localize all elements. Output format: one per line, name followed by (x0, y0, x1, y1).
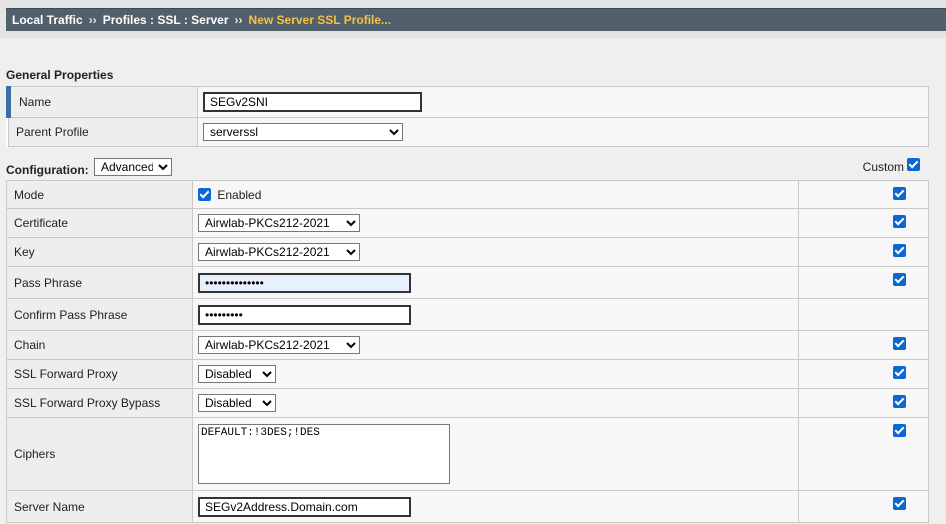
server-name-custom-cell (798, 490, 929, 523)
mode-custom-cell (798, 180, 929, 209)
key-label: Key (6, 237, 193, 267)
breadcrumb-local-traffic[interactable]: Local Traffic (12, 13, 83, 27)
chain-select[interactable]: Airwlab-PKCs212-2021 (198, 336, 360, 354)
ciphers-custom-cell (798, 417, 929, 491)
mode-enabled-label: Enabled (217, 187, 262, 202)
certificate-custom-cell (798, 208, 929, 238)
ssl-forward-proxy-custom-checkbox[interactable] (893, 366, 906, 380)
ssl-forward-proxy-select[interactable]: Disabled (198, 365, 276, 383)
ciphers-cell: DEFAULT:!3DES;!DES (192, 417, 799, 491)
ssl-forward-proxy-custom-cell (798, 359, 929, 389)
ssl-forward-proxy-bypass-custom-cell (798, 388, 929, 418)
ciphers-custom-checkbox[interactable] (893, 424, 906, 438)
configuration-header: Configuration: Advanced Custom (6, 158, 920, 178)
certificate-row: Certificate Airwlab-PKCs212-2021 (6, 208, 929, 238)
confirm-pass-phrase-label: Confirm Pass Phrase (6, 298, 193, 331)
configuration-table: Mode Enabled Certificate Airwlab-PKCs212… (6, 180, 929, 523)
ciphers-label: Ciphers (6, 417, 193, 491)
configuration-label: Configuration: (6, 163, 89, 177)
chain-label: Chain (6, 330, 193, 360)
name-row: Name (6, 86, 929, 118)
pass-phrase-custom-checkbox[interactable] (893, 273, 906, 287)
parent-profile-select[interactable]: serverssl (203, 123, 403, 141)
server-name-input[interactable] (198, 496, 411, 517)
mode-label: Mode (6, 180, 193, 209)
ssl-forward-proxy-bypass-custom-checkbox[interactable] (893, 395, 906, 409)
confirm-pass-phrase-input[interactable] (198, 304, 411, 325)
confirm-pass-phrase-custom-cell (798, 298, 929, 331)
ssl-forward-proxy-label: SSL Forward Proxy (6, 359, 193, 389)
key-custom-cell (798, 237, 929, 267)
breadcrumb-separator: ›› (88, 13, 97, 27)
breadcrumb-separator: ›› (234, 13, 243, 27)
confirm-pass-phrase-row: Confirm Pass Phrase (6, 298, 929, 331)
breadcrumb-bar: Local Traffic ›› Profiles : SSL : Server… (0, 0, 946, 38)
certificate-custom-checkbox[interactable] (893, 215, 906, 229)
certificate-label: Certificate (6, 208, 193, 238)
parent-profile-cell: serverssl (197, 117, 929, 147)
mode-cell: Enabled (192, 180, 799, 209)
custom-all-checkbox[interactable] (907, 158, 920, 171)
custom-label: Custom (862, 160, 904, 174)
server-name-custom-checkbox[interactable] (893, 497, 906, 511)
ssl-forward-proxy-bypass-select[interactable]: Disabled (198, 394, 276, 412)
ssl-forward-proxy-bypass-row: SSL Forward Proxy Bypass Disabled (6, 388, 929, 418)
ciphers-row: Ciphers DEFAULT:!3DES;!DES (6, 417, 929, 491)
chain-cell: Airwlab-PKCs212-2021 (192, 330, 799, 360)
pass-phrase-input[interactable] (198, 272, 411, 293)
pass-phrase-label: Pass Phrase (6, 266, 193, 299)
ssl-forward-proxy-cell: Disabled (192, 359, 799, 389)
name-cell (197, 86, 929, 118)
ciphers-textarea[interactable]: DEFAULT:!3DES;!DES (198, 424, 450, 484)
key-select[interactable]: Airwlab-PKCs212-2021 (198, 243, 360, 261)
breadcrumb-ssl-server[interactable]: Profiles : SSL : Server (103, 13, 229, 27)
key-row: Key Airwlab-PKCs212-2021 (6, 237, 929, 267)
chain-row: Chain Airwlab-PKCs212-2021 (6, 330, 929, 360)
certificate-select[interactable]: Airwlab-PKCs212-2021 (198, 214, 360, 232)
name-label: Name (6, 86, 198, 118)
confirm-pass-phrase-cell (192, 298, 799, 331)
general-properties-title: General Properties (6, 68, 114, 82)
mode-custom-checkbox[interactable] (893, 187, 906, 201)
parent-profile-row: Parent Profile serverssl (8, 117, 929, 147)
server-name-label: Server Name (6, 490, 193, 523)
general-properties-table: Name Parent Profile serverssl (6, 86, 929, 147)
ssl-forward-proxy-row: SSL Forward Proxy Disabled (6, 359, 929, 389)
pass-phrase-row: Pass Phrase (6, 266, 929, 299)
parent-profile-label: Parent Profile (8, 117, 198, 147)
key-cell: Airwlab-PKCs212-2021 (192, 237, 799, 267)
certificate-cell: Airwlab-PKCs212-2021 (192, 208, 799, 238)
server-name-row: Server Name (6, 490, 929, 523)
chain-custom-checkbox[interactable] (893, 337, 906, 351)
name-input[interactable] (203, 92, 422, 112)
pass-phrase-cell (192, 266, 799, 299)
breadcrumb: Local Traffic ›› Profiles : SSL : Server… (6, 8, 946, 31)
configuration-mode-select[interactable]: Advanced (94, 158, 172, 176)
chain-custom-cell (798, 330, 929, 360)
mode-row: Mode Enabled (6, 180, 929, 209)
ssl-forward-proxy-bypass-label: SSL Forward Proxy Bypass (6, 388, 193, 418)
breadcrumb-current: New Server SSL Profile... (248, 13, 392, 27)
mode-enabled-checkbox[interactable] (198, 188, 211, 202)
pass-phrase-custom-cell (798, 266, 929, 299)
key-custom-checkbox[interactable] (893, 244, 906, 258)
ssl-forward-proxy-bypass-cell: Disabled (192, 388, 799, 418)
server-name-cell (192, 490, 799, 523)
